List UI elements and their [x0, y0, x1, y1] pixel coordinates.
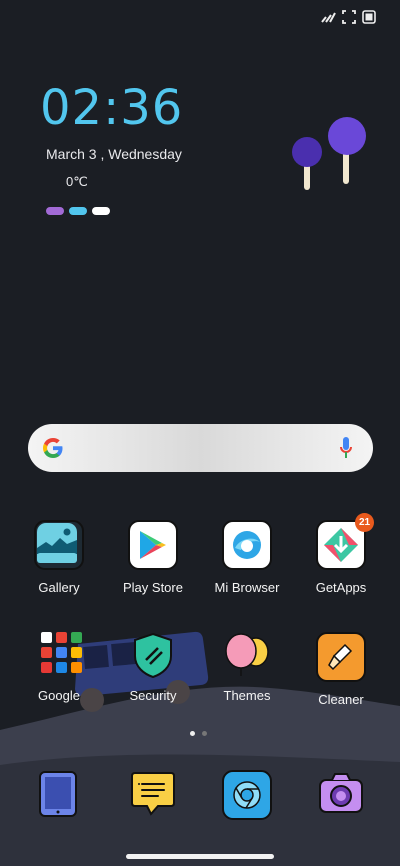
folder-mini-icons	[36, 632, 82, 673]
gallery-icon	[34, 520, 84, 570]
camera-icon	[318, 770, 364, 816]
security-icon	[130, 632, 176, 679]
app-mi-browser[interactable]: Mi Browser	[200, 520, 294, 595]
app-label: Google	[38, 688, 80, 703]
dock-chrome[interactable]	[200, 770, 294, 820]
page-dot-1[interactable]	[190, 731, 195, 736]
app-google-folder[interactable]: Google	[12, 632, 106, 703]
tablet-icon	[36, 770, 82, 817]
home-gesture-bar[interactable]	[126, 854, 274, 859]
microphone-icon[interactable]	[339, 436, 353, 460]
cleaner-icon	[316, 632, 366, 682]
battery-icon	[362, 10, 376, 24]
google-g-icon	[43, 438, 63, 458]
app-play-store[interactable]: Play Store	[106, 520, 200, 595]
app-cleaner[interactable]: Cleaner	[294, 632, 388, 707]
google-folder-icon	[36, 632, 82, 678]
app-label: Security	[129, 688, 177, 703]
dot-white	[92, 207, 110, 215]
app-gallery[interactable]: Gallery	[12, 520, 106, 595]
getapps-icon: 21	[316, 513, 374, 570]
page-dot-2[interactable]	[202, 731, 207, 736]
messages-icon	[130, 770, 176, 816]
dock-camera[interactable]	[294, 770, 388, 816]
mi-browser-icon	[222, 520, 272, 570]
play-store-icon	[128, 520, 178, 570]
themes-icon	[224, 632, 270, 678]
google-search-bar[interactable]	[28, 424, 373, 472]
dot-purple	[46, 207, 64, 215]
widget-color-dots	[46, 207, 110, 215]
dock-tablet[interactable]	[12, 770, 106, 817]
app-label: GetApps	[315, 580, 367, 595]
weather-temperature: 0℃	[66, 174, 88, 189]
status-bar	[320, 10, 376, 24]
app-getapps[interactable]: 21 GetApps	[294, 513, 388, 595]
clock-time[interactable]: 02:36	[40, 80, 183, 136]
dock-messages[interactable]	[106, 770, 200, 816]
notification-badge: 21	[355, 513, 374, 532]
app-security[interactable]: Security	[106, 632, 200, 703]
signal-icon	[321, 12, 336, 23]
dot-cyan	[69, 207, 87, 215]
screenshot-frame-icon	[342, 10, 356, 24]
app-label: Cleaner	[318, 692, 364, 707]
app-label: Themes	[223, 688, 271, 703]
app-label: Play Store	[123, 580, 183, 595]
clock-date: March 3 , Wednesday	[46, 146, 182, 162]
app-label: Mi Browser	[214, 580, 280, 595]
app-themes[interactable]: Themes	[200, 632, 294, 703]
lollipop-decoration	[292, 117, 366, 190]
page-indicator[interactable]	[190, 731, 207, 736]
chrome-icon	[222, 770, 272, 820]
app-label: Gallery	[38, 580, 80, 595]
